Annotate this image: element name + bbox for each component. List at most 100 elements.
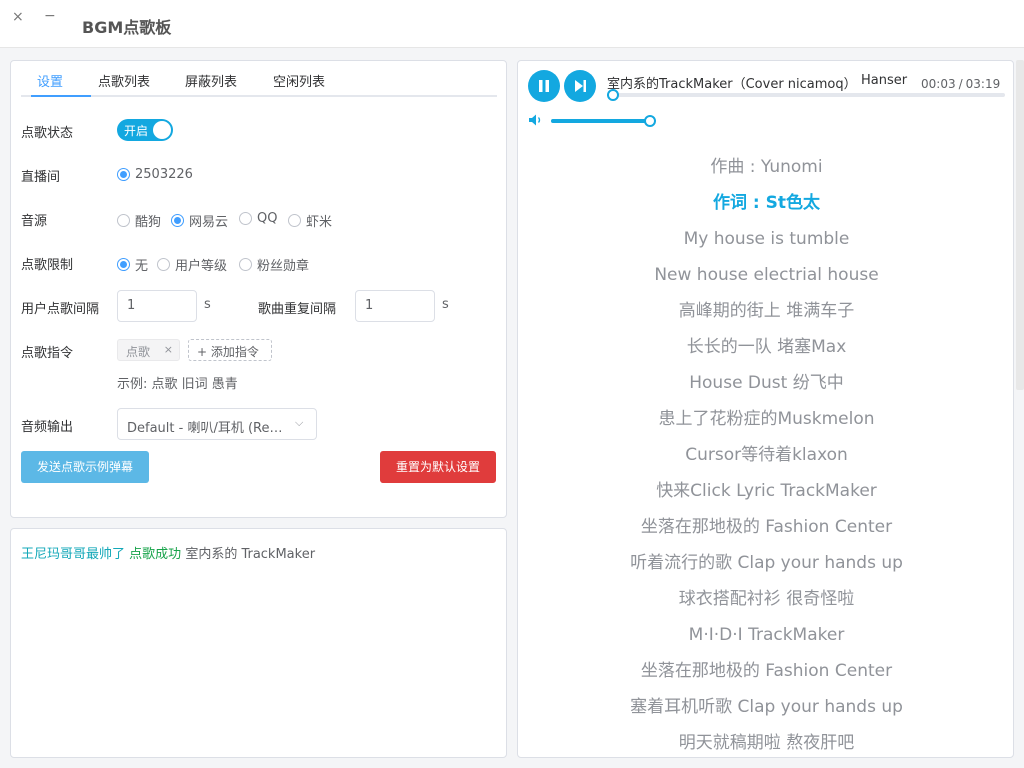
lyric-line: New house electrial house <box>654 265 879 285</box>
lyric-line: 坐落在那地极的 Fashion Center <box>640 661 893 681</box>
duration: 03:19 <box>965 77 1001 91</box>
source-radio-qq-label: QQ <box>257 211 278 226</box>
user-interval-unit: s <box>204 297 211 312</box>
lyric-line: 患上了花粉症的Muskmelon <box>658 409 875 429</box>
tab-block-list[interactable]: 屏蔽列表 <box>185 71 237 90</box>
lyrics-list: 作曲 : Yunomi 作词 : St色太 My house is tumble Ne… <box>518 149 1013 757</box>
tab-bar: 设置 点歌列表 屏蔽列表 空闲列表 <box>21 67 497 97</box>
repeat-interval-unit: s <box>442 297 449 312</box>
song-artist: Hanser <box>861 73 908 88</box>
audio-output-label: 音频输出 <box>21 420 74 435</box>
reset-defaults-button[interactable]: 重置为默认设置 <box>380 451 496 483</box>
command-example: 示例: 点歌 旧词 愚青 <box>117 377 238 392</box>
source-radio-xiami-label: 虾米 <box>306 215 333 230</box>
pause-icon <box>539 80 549 92</box>
app-title: BGM点歌板 <box>82 18 172 37</box>
volume-handle[interactable] <box>643 115 656 127</box>
close-icon[interactable]: × <box>164 343 173 356</box>
limit-radio-none-label: 无 <box>135 259 149 274</box>
room-radio[interactable]: 2503226 <box>117 167 193 182</box>
tab-settings[interactable]: 设置 <box>37 71 63 90</box>
progress-handle[interactable] <box>606 89 619 101</box>
send-example-danmaku-button[interactable]: 发送点歌示例弹幕 <box>21 451 149 483</box>
volume-fill <box>551 119 650 123</box>
audio-output-select[interactable]: Default - 喇叭/耳机 (Realtek High Definition… <box>117 408 317 440</box>
lyric-line: 塞着耳机听歌 Clap your hands up <box>630 697 903 717</box>
request-log-panel: 王尼玛哥哥最帅了 点歌成功 室内系的 TrackMaker <box>10 528 507 758</box>
limit-radio-user-level[interactable]: 用户等级 <box>157 255 227 274</box>
limit-label: 点歌限制 <box>21 258 74 273</box>
lyric-line: 坐落在那地极的 Fashion Center <box>640 517 893 537</box>
lyric-line: 球衣搭配衬衫 很奇怪啦 <box>678 589 855 609</box>
source-radio-netease-label: 网易云 <box>189 215 229 230</box>
status-toggle[interactable]: 开启 <box>117 119 173 141</box>
user-interval-label: 用户点歌间隔 <box>21 302 100 317</box>
radio-dot <box>117 258 130 271</box>
player-panel: 室内系的TrackMaker（Cover nicamoq） Hanser 00:… <box>517 60 1014 758</box>
log-song: 室内系的 TrackMaker <box>185 547 316 562</box>
log-action: 点歌成功 <box>129 547 182 562</box>
chevron-down-icon: ⌵ <box>295 416 304 429</box>
tab-request-list[interactable]: 点歌列表 <box>98 71 150 90</box>
log-entry: 王尼玛哥哥最帅了 点歌成功 室内系的 TrackMaker <box>21 543 315 562</box>
time-display: 00:03/03:19 <box>921 77 1000 91</box>
room-label: 直播间 <box>21 170 61 185</box>
pause-button[interactable] <box>528 70 560 102</box>
radio-dot <box>171 214 184 227</box>
radio-dot <box>239 212 252 225</box>
source-label: 音源 <box>21 214 48 229</box>
title-bar: × − BGM点歌板 <box>0 0 1024 48</box>
radio-dot <box>239 258 252 271</box>
scrollbar[interactable] <box>1016 60 1024 390</box>
radio-dot <box>157 258 170 271</box>
source-radio-kugou-label: 酷狗 <box>135 215 162 230</box>
volume-icon[interactable] <box>528 113 544 127</box>
radio-dot <box>288 214 301 227</box>
user-interval-input[interactable]: 1 <box>117 290 197 322</box>
add-command-label: 添加指令 <box>210 345 259 359</box>
plus-icon: + <box>197 345 208 359</box>
lyric-line: 快来Click Lyric TrackMaker <box>656 481 877 501</box>
room-radio-label: 2503226 <box>135 167 193 182</box>
radio-dot <box>117 214 130 227</box>
radio-dot <box>117 168 130 181</box>
minimize-window-icon[interactable]: − <box>44 8 56 24</box>
lyric-line: 听着流行的歌 Clap your hands up <box>630 553 903 573</box>
limit-radio-fan-medal[interactable]: 粉丝勋章 <box>239 255 309 274</box>
command-tag-label: 点歌 <box>126 345 151 359</box>
song-title: 室内系的TrackMaker（Cover nicamoq） <box>607 77 857 92</box>
source-radio-netease[interactable]: 网易云 <box>171 211 228 230</box>
add-command-button[interactable]: + 添加指令 <box>188 339 272 361</box>
command-tag: 点歌 × <box>117 339 180 361</box>
next-track-button[interactable] <box>564 70 596 102</box>
lyric-line: 长长的一队 堵塞Max <box>686 337 847 357</box>
tab-active-indicator <box>31 95 91 97</box>
volume-slider[interactable] <box>551 115 656 127</box>
limit-radio-none[interactable]: 无 <box>117 255 148 274</box>
repeat-interval-label: 歌曲重复间隔 <box>258 302 337 317</box>
skip-next-icon <box>575 80 586 92</box>
status-label: 点歌状态 <box>21 126 74 141</box>
current-time: 00:03 <box>921 77 956 91</box>
limit-radio-fan-medal-label: 粉丝勋章 <box>257 259 310 274</box>
progress-slider[interactable] <box>606 89 1005 101</box>
lyric-line: 高峰期的街上 堆满车子 <box>678 301 855 321</box>
source-radio-kugou[interactable]: 酷狗 <box>117 211 161 230</box>
lyric-line-current: 作词 : St色太 <box>712 193 820 213</box>
source-radio-xiami[interactable]: 虾米 <box>288 211 332 230</box>
toggle-knob <box>153 121 171 139</box>
lyric-line: 作曲 : Yunomi <box>710 157 823 177</box>
tab-idle-list[interactable]: 空闲列表 <box>273 71 325 90</box>
lyric-line: My house is tumble <box>683 229 850 249</box>
source-radio-qq[interactable]: QQ <box>239 211 277 226</box>
limit-radio-user-level-label: 用户等级 <box>175 259 228 274</box>
repeat-interval-input[interactable]: 1 <box>355 290 435 322</box>
lyric-line: M·I·D·I TrackMaker <box>688 625 845 645</box>
lyric-line: House Dust 纷飞中 <box>689 373 844 393</box>
lyric-line: 明天就稿期啦 熬夜肝吧 <box>678 733 855 753</box>
settings-panel: 设置 点歌列表 屏蔽列表 空闲列表 点歌状态 开启 直播间 2503226 音源… <box>10 60 507 518</box>
time-separator: / <box>958 77 963 91</box>
status-toggle-text: 开启 <box>124 124 149 138</box>
close-window-icon[interactable]: × <box>12 9 24 25</box>
lyric-line: Cursor等待着klaxon <box>685 445 848 465</box>
